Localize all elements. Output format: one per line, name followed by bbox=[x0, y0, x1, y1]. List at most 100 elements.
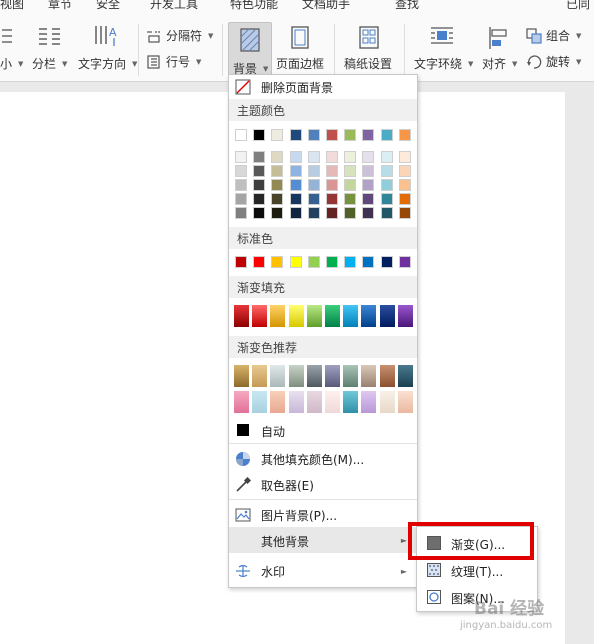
theme-color-swatch[interactable] bbox=[271, 129, 284, 141]
standard-color-swatch[interactable] bbox=[307, 256, 320, 268]
theme-shade-swatch[interactable] bbox=[380, 179, 393, 191]
theme-shade-swatch[interactable] bbox=[271, 179, 284, 191]
auto-color-item[interactable]: 自动 bbox=[229, 419, 417, 443]
theme-shade-swatch[interactable] bbox=[253, 193, 266, 205]
gradient-fill-swatch[interactable] bbox=[343, 305, 359, 327]
theme-color-swatch[interactable] bbox=[235, 129, 247, 141]
gradient-recommend-swatch[interactable] bbox=[288, 391, 304, 413]
standard-color-swatch[interactable] bbox=[289, 256, 302, 268]
theme-shade-swatch[interactable] bbox=[362, 151, 375, 163]
theme-color-swatch[interactable] bbox=[326, 129, 338, 141]
standard-color-swatch[interactable] bbox=[362, 256, 375, 268]
other-background-item[interactable]: 其他背景 ► bbox=[229, 527, 417, 553]
page-border-button[interactable]: 页面边框 bbox=[276, 55, 324, 72]
theme-shade-swatch[interactable] bbox=[235, 207, 247, 219]
theme-color-swatch[interactable] bbox=[307, 129, 320, 141]
gradient-recommend-swatch[interactable] bbox=[306, 365, 322, 387]
menu-doc-assistant[interactable]: 文档助手 bbox=[302, 0, 350, 10]
align-button[interactable]: 对齐 ▼ bbox=[482, 55, 517, 72]
standard-color-swatch[interactable] bbox=[326, 256, 338, 268]
theme-shade-swatch[interactable] bbox=[326, 207, 338, 219]
gradient-fill-swatch[interactable] bbox=[306, 305, 322, 327]
gradient-recommend-swatch[interactable] bbox=[343, 391, 359, 413]
gradient-recommend-swatch[interactable] bbox=[397, 391, 413, 413]
theme-shade-swatch[interactable] bbox=[362, 179, 375, 191]
paper-setting-button[interactable]: 稿纸设置 bbox=[344, 55, 392, 72]
gradient-fill-swatch[interactable] bbox=[234, 305, 249, 327]
size-button[interactable]: 小 ▼ bbox=[0, 55, 23, 72]
theme-shade-swatch[interactable] bbox=[289, 207, 302, 219]
theme-shade-swatch[interactable] bbox=[271, 193, 284, 205]
theme-shade-swatch[interactable] bbox=[362, 193, 375, 205]
theme-shade-swatch[interactable] bbox=[380, 165, 393, 177]
theme-shade-swatch[interactable] bbox=[271, 165, 284, 177]
line-number-button[interactable]: 行号 ▼ bbox=[146, 53, 201, 70]
theme-shade-swatch[interactable] bbox=[235, 179, 247, 191]
theme-shade-swatch[interactable] bbox=[253, 151, 266, 163]
theme-shade-swatch[interactable] bbox=[289, 179, 302, 191]
gradient-recommend-swatch[interactable] bbox=[361, 391, 377, 413]
theme-color-swatch[interactable] bbox=[380, 129, 393, 141]
theme-shade-swatch[interactable] bbox=[271, 207, 284, 219]
theme-shade-swatch[interactable] bbox=[380, 207, 393, 219]
gradient-recommend-swatch[interactable] bbox=[252, 391, 268, 413]
texture-item[interactable]: 纹理(T)... bbox=[417, 558, 537, 584]
menu-chapter[interactable]: 章节 bbox=[48, 0, 72, 10]
theme-shade-swatch[interactable] bbox=[398, 165, 411, 177]
remove-background-item[interactable]: 删除页面背景 bbox=[229, 75, 417, 99]
picture-background-item[interactable]: 图片背景(P)... bbox=[229, 503, 417, 527]
menu-view[interactable]: 视图 bbox=[0, 0, 24, 10]
theme-color-swatch[interactable] bbox=[362, 129, 375, 141]
theme-shade-swatch[interactable] bbox=[362, 207, 375, 219]
gradient-recommend-swatch[interactable] bbox=[252, 365, 268, 387]
gradient-recommend-swatch[interactable] bbox=[343, 365, 359, 387]
theme-shade-swatch[interactable] bbox=[380, 193, 393, 205]
theme-shade-swatch[interactable] bbox=[326, 193, 338, 205]
theme-color-swatch[interactable] bbox=[289, 129, 302, 141]
theme-shade-swatch[interactable] bbox=[398, 193, 411, 205]
gradient-fill-swatch[interactable] bbox=[379, 305, 395, 327]
text-wrap-button[interactable]: 文字环绕 ▼ bbox=[414, 55, 473, 72]
standard-color-swatch[interactable] bbox=[253, 256, 266, 268]
theme-shade-swatch[interactable] bbox=[307, 193, 320, 205]
theme-color-swatch[interactable] bbox=[253, 129, 266, 141]
theme-shade-swatch[interactable] bbox=[344, 151, 357, 163]
menu-security[interactable]: 安全 bbox=[96, 0, 120, 10]
gradient-fill-swatch[interactable] bbox=[288, 305, 304, 327]
theme-shade-swatch[interactable] bbox=[307, 151, 320, 163]
theme-shade-swatch[interactable] bbox=[344, 193, 357, 205]
theme-shade-swatch[interactable] bbox=[253, 207, 266, 219]
standard-color-swatch[interactable] bbox=[398, 256, 411, 268]
theme-shade-swatch[interactable] bbox=[235, 151, 247, 163]
rotate-button[interactable]: 旋转 ▼ bbox=[526, 53, 581, 70]
theme-shade-swatch[interactable] bbox=[307, 207, 320, 219]
menu-synced[interactable]: 已同 bbox=[566, 0, 590, 10]
other-fill-color-item[interactable]: 其他填充颜色(M)... bbox=[229, 447, 417, 471]
background-button[interactable]: 背景 ▼ bbox=[228, 22, 272, 82]
text-direction-button[interactable]: 文字方向 ▼ bbox=[78, 55, 137, 72]
standard-color-swatch[interactable] bbox=[344, 256, 357, 268]
theme-shade-swatch[interactable] bbox=[235, 193, 247, 205]
theme-shade-swatch[interactable] bbox=[289, 165, 302, 177]
theme-shade-swatch[interactable] bbox=[398, 207, 411, 219]
watermark-item[interactable]: 水印 ► bbox=[229, 559, 417, 583]
theme-shade-swatch[interactable] bbox=[271, 151, 284, 163]
theme-color-swatch[interactable] bbox=[398, 129, 411, 141]
theme-shade-swatch[interactable] bbox=[344, 207, 357, 219]
gradient-fill-swatch[interactable] bbox=[252, 305, 268, 327]
theme-shade-swatch[interactable] bbox=[326, 165, 338, 177]
theme-shade-swatch[interactable] bbox=[253, 179, 266, 191]
gradient-fill-swatch[interactable] bbox=[325, 305, 340, 327]
gradient-recommend-swatch[interactable] bbox=[325, 365, 340, 387]
standard-color-swatch[interactable] bbox=[235, 256, 247, 268]
gradient-recommend-swatch[interactable] bbox=[270, 365, 286, 387]
gradient-recommend-swatch[interactable] bbox=[325, 391, 340, 413]
standard-color-swatch[interactable] bbox=[380, 256, 393, 268]
gradient-recommend-swatch[interactable] bbox=[306, 391, 322, 413]
theme-shade-swatch[interactable] bbox=[253, 165, 266, 177]
theme-shade-swatch[interactable] bbox=[289, 151, 302, 163]
theme-shade-swatch[interactable] bbox=[307, 179, 320, 191]
gradient-fill-swatch[interactable] bbox=[397, 305, 413, 327]
theme-shade-swatch[interactable] bbox=[344, 165, 357, 177]
theme-shade-swatch[interactable] bbox=[289, 193, 302, 205]
